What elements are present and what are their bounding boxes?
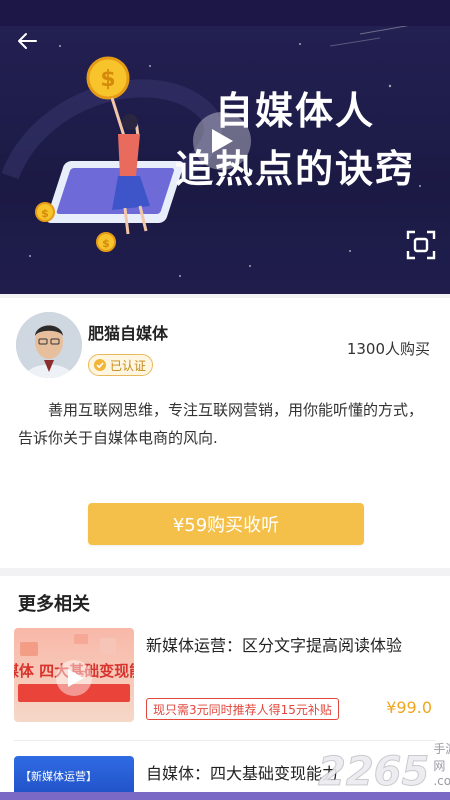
- bottom-bar: [0, 792, 450, 800]
- buy-button[interactable]: ¥59购买收听: [88, 503, 364, 545]
- arrow-left-icon: [18, 33, 37, 49]
- promo-badge: 现只需3元同时推荐人得15元补贴: [146, 698, 339, 720]
- item-price: ¥99.0: [386, 698, 432, 717]
- svg-text:$: $: [102, 237, 110, 250]
- divider: [14, 740, 436, 741]
- watermark-logo: 2265: [317, 749, 430, 795]
- certified-badge-label: 已认证: [110, 358, 147, 373]
- watermark-site: 手游网: [433, 742, 450, 773]
- back-button[interactable]: [12, 26, 42, 56]
- play-button[interactable]: [193, 112, 251, 170]
- thumbnail-graphic: 自媒体 四大基础变现能力: [14, 634, 134, 702]
- list-item[interactable]: 自媒体 四大基础变现能力 新媒体运营：区分文字提高阅读体验 现只需3元同时推荐人…: [14, 628, 438, 724]
- course-info-card: 肥猫自媒体 已认证 1300人购买 善用互联网思维，专注互联网营销，用你能听懂的…: [0, 298, 450, 568]
- site-watermark: 2265 手游网 .com: [317, 742, 450, 795]
- certified-icon: [94, 359, 106, 371]
- related-title: 更多相关: [18, 594, 90, 615]
- author-photo: [16, 312, 82, 378]
- status-bar: [0, 0, 450, 26]
- thumbnail-text: 【新媒体运营】: [20, 770, 97, 783]
- fullscreen-icon[interactable]: [406, 230, 436, 260]
- svg-text:$: $: [100, 67, 115, 92]
- avatar[interactable]: [16, 312, 82, 378]
- author-name[interactable]: 肥猫自媒体: [88, 320, 168, 344]
- svg-text:$: $: [41, 207, 49, 220]
- watermark-text: 手游网 .com: [433, 740, 450, 794]
- play-icon: [212, 129, 233, 153]
- course-thumbnail: 自媒体 四大基础变现能力: [14, 628, 134, 722]
- watermark-domain: .com: [433, 774, 450, 788]
- course-description: 善用互联网思维，专注互联网营销，用你能听懂的方式，告诉你关于自媒体电商的风向.: [18, 401, 424, 447]
- buyer-count: 1300人购买: [346, 340, 430, 358]
- video-banner[interactable]: $ $ $ 自媒体人 追热点的诀窍: [0, 26, 450, 294]
- item-title: 新媒体运营：区分文字提高阅读体验: [146, 636, 403, 655]
- certified-badge: 已认证: [88, 354, 154, 376]
